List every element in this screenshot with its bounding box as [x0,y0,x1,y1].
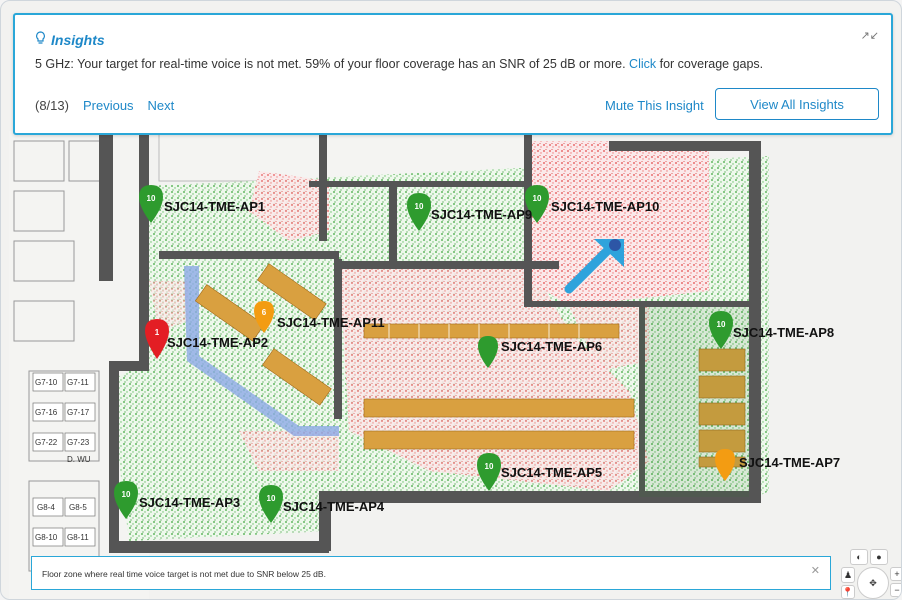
pan-control[interactable]: ✥ [857,567,889,599]
settings-icon[interactable]: ● [870,549,888,565]
ap-label-ap11[interactable]: SJC14-TME-AP11 [277,315,385,330]
ap-label-ap6[interactable]: SJC14-TME-AP6 [501,339,602,354]
insights-title: Insights [51,31,105,48]
room-label: G7-17 [67,408,90,417]
ap-label-ap8[interactable]: SJC14-TME-AP8 [733,325,834,340]
insight-message-text: 5 GHz: Your target for real-time voice i… [35,57,626,71]
mute-insight-link[interactable]: Mute This Insight [605,98,704,113]
ap-label-ap9[interactable]: SJC14-TME-AP9 [431,207,532,222]
previous-insight-link[interactable]: Previous [83,98,134,113]
svg-text:10: 10 [122,490,131,499]
ap-label-ap7[interactable]: SJC14-TME-AP7 [739,455,840,470]
insight-message-suffix: for coverage gaps. [659,57,764,71]
insight-counter: (8/13) [35,98,69,113]
room-label: G7-22 [35,438,58,447]
ap-label-ap3[interactable]: SJC14-TME-AP3 [139,495,240,510]
svg-text:10: 10 [147,194,156,203]
room-label: G7-23 [67,438,90,447]
svg-text:1: 1 [155,328,160,337]
svg-text:10: 10 [415,202,424,211]
svg-text:10: 10 [717,320,726,329]
room-label: G7-11 [67,378,89,387]
ap-label-ap2[interactable]: SJC14-TME-AP2 [167,335,268,350]
collapse-icon[interactable]: ↗↙ [861,29,879,42]
ap-label-ap1[interactable]: SJC14-TME-AP1 [164,199,265,214]
ap-label-ap10[interactable]: SJC14-TME-AP10 [551,199,659,214]
ap-label-ap4[interactable]: SJC14-TME-AP4 [283,499,384,514]
room-label: D. WU [67,455,91,464]
pin-icon[interactable]: 📍 [841,585,855,599]
room-label: G8-11 [67,533,89,542]
room-label: G7-16 [35,408,58,417]
svg-text:6: 6 [262,308,267,317]
zoom-out-icon[interactable]: − [890,583,901,597]
room-label: G7-10 [35,378,58,387]
lightbulb-icon [35,31,46,48]
app-frame: 10 10 10 6 1 10 10 10 10 SJC14-TME-AP1 S… [0,0,902,600]
room-label: G8-4 [37,503,55,512]
layers-icon[interactable]: ◐ [850,549,868,565]
next-insight-link[interactable]: Next [148,98,175,113]
close-icon[interactable]: ✕ [811,564,820,577]
tooltip-text: Floor zone where real time voice target … [42,569,326,579]
coverage-tooltip: Floor zone where real time voice target … [31,556,831,590]
ap-label-ap5[interactable]: SJC14-TME-AP5 [501,465,602,480]
room-label: G8-5 [69,503,87,512]
person-icon[interactable]: ♟ [841,567,855,583]
insights-panel: Insights 5 GHz: Your target for real-tim… [13,13,893,135]
insights-header: Insights [35,31,105,48]
insight-navigation: (8/13) Previous Next [35,98,174,113]
svg-text:10: 10 [485,462,494,471]
zoom-in-icon[interactable]: + [890,567,901,581]
floor-map[interactable]: 10 10 10 6 1 10 10 10 10 SJC14-TME-AP1 S… [9,131,895,599]
svg-text:10: 10 [267,494,276,503]
insight-message: 5 GHz: Your target for real-time voice i… [35,57,763,71]
view-all-insights-button[interactable]: View All Insights [715,88,879,120]
coverage-gaps-link[interactable]: Click [629,57,656,71]
svg-text:10: 10 [533,194,542,203]
room-label: G8-10 [35,533,58,542]
